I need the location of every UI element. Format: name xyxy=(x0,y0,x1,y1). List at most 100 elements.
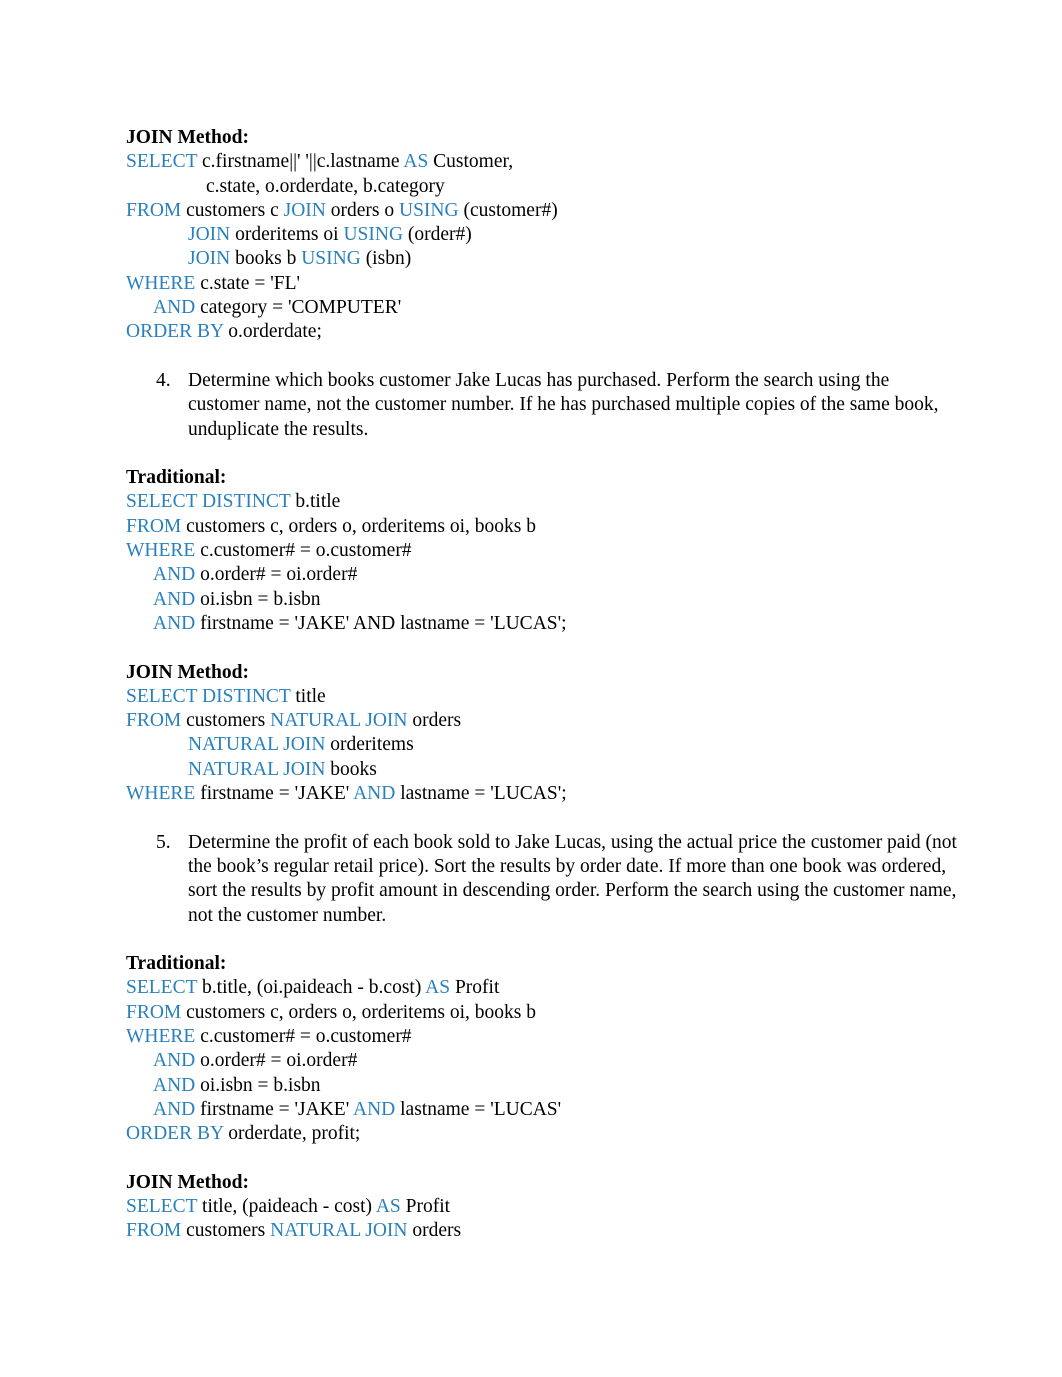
sql-line: WHERE firstname = 'JAKE' AND lastname = … xyxy=(126,782,958,806)
sql-text: orders o xyxy=(325,199,399,221)
sql-line: AND o.order# = oi.order# xyxy=(126,1049,958,1073)
sql-line: JOIN books b USING (isbn) xyxy=(126,247,958,271)
sql-keyword: WHERE xyxy=(126,1025,196,1047)
document-page: JOIN Method: SELECT c.firstname||' '||c.l… xyxy=(0,0,1062,1377)
sql-block-traditional-5: Traditional: SELECT b.title, (oi.paideach… xyxy=(126,952,958,1146)
sql-line: SELECT b.title, (oi.paideach - b.cost) A… xyxy=(126,976,958,1000)
sql-block-heading: Traditional: xyxy=(126,467,227,489)
sql-text: books b xyxy=(230,248,302,270)
sql-keyword: ORDER BY xyxy=(126,1123,224,1145)
sql-keyword: AND xyxy=(153,1098,196,1120)
question-list: 4. Determine which books customer Jake Lu… xyxy=(126,369,958,442)
sql-keyword: AND xyxy=(153,564,196,586)
sql-text: lastname = 'LUCAS'; xyxy=(395,783,567,805)
sql-text: orderdate, profit; xyxy=(223,1123,361,1145)
sql-text: title xyxy=(290,685,326,707)
question-text: Determine which books customer Jake Luca… xyxy=(188,369,939,440)
sql-text: o.order# = oi.order# xyxy=(195,564,358,586)
sql-text: Profit xyxy=(400,1196,451,1218)
sql-text: c.customer# = o.customer# xyxy=(195,1025,412,1047)
sql-text: (customer#) xyxy=(458,199,558,221)
sql-keyword: SELECT DISTINCT xyxy=(126,491,291,513)
sql-text: firstname = 'JAKE' xyxy=(195,783,354,805)
sql-keyword: SELECT xyxy=(126,1196,198,1218)
sql-line: SELECT DISTINCT b.title xyxy=(126,490,958,514)
sql-keyword: AS xyxy=(425,977,451,999)
sql-keyword: AS xyxy=(375,1196,401,1218)
sql-line: NATURAL JOIN books xyxy=(126,758,958,782)
sql-block-join-method-4: JOIN Method: SELECT DISTINCT title FROM cu… xyxy=(126,661,958,807)
sql-line: AND category = 'COMPUTER' xyxy=(126,296,958,320)
sql-text: b.title, (oi.paideach - b.cost) xyxy=(197,977,426,999)
sql-keyword: AND xyxy=(153,297,196,319)
sql-block-traditional-4: Traditional: SELECT DISTINCT b.title FROM … xyxy=(126,466,958,636)
sql-line: FROM customers c, orders o, orderitems o… xyxy=(126,1001,958,1025)
sql-block-heading: JOIN Method: xyxy=(126,661,249,683)
question-number: 4. xyxy=(156,369,171,391)
sql-keyword: NATURAL JOIN xyxy=(270,1220,408,1242)
sql-text: (order#) xyxy=(403,224,472,246)
sql-text: oi.isbn = b.isbn xyxy=(195,588,321,610)
sql-text: firstname = 'JAKE' AND lastname = 'LUCAS… xyxy=(195,612,567,634)
sql-keyword: SELECT xyxy=(126,977,198,999)
sql-line: FROM customers NATURAL JOIN orders xyxy=(126,1219,958,1243)
sql-text: lastname = 'LUCAS' xyxy=(395,1098,562,1120)
sql-line: AND o.order# = oi.order# xyxy=(126,563,958,587)
document-content: JOIN Method: SELECT c.firstname||' '||c.l… xyxy=(126,126,958,1244)
question-item: 4. Determine which books customer Jake Lu… xyxy=(126,369,958,442)
sql-keyword: USING xyxy=(399,199,459,221)
sql-keyword: JOIN xyxy=(283,199,326,221)
sql-line: NATURAL JOIN orderitems xyxy=(126,733,958,757)
sql-text: (isbn) xyxy=(360,248,412,270)
sql-line: WHERE c.customer# = o.customer# xyxy=(126,1025,958,1049)
sql-keyword: USING xyxy=(301,248,361,270)
sql-text: orderitems xyxy=(325,734,414,756)
sql-line: ORDER BY o.orderdate; xyxy=(126,320,958,344)
sql-line: WHERE c.state = 'FL' xyxy=(126,272,958,296)
sql-text: c.customer# = o.customer# xyxy=(195,540,412,562)
sql-line: SELECT DISTINCT title xyxy=(126,685,958,709)
sql-keyword: FROM xyxy=(126,515,182,537)
sql-keyword: SELECT xyxy=(126,151,198,173)
sql-block-heading: JOIN Method: xyxy=(126,127,249,148)
sql-keyword: SELECT DISTINCT xyxy=(126,685,291,707)
sql-text: orders xyxy=(407,710,462,732)
sql-text: orderitems oi xyxy=(230,224,344,246)
sql-text: c.state = 'FL' xyxy=(195,272,300,294)
sql-block-join-method-3: JOIN Method: SELECT c.firstname||' '||c.l… xyxy=(126,126,958,345)
sql-block-heading: JOIN Method: xyxy=(126,1171,249,1193)
sql-keyword: JOIN xyxy=(188,248,231,270)
sql-keyword: AND xyxy=(153,588,196,610)
sql-keyword: FROM xyxy=(126,1001,182,1023)
sql-keyword: AND xyxy=(153,1050,196,1072)
sql-text: customers c, orders o, orderitems oi, bo… xyxy=(181,1001,537,1023)
sql-block-join-method-5: JOIN Method: SELECT title, (paideach - co… xyxy=(126,1171,958,1244)
question-list: 5. Determine the profit of each book sold… xyxy=(126,831,958,928)
sql-text: b.title xyxy=(290,491,341,513)
sql-text: customers c xyxy=(181,199,284,221)
sql-text: o.order# = oi.order# xyxy=(195,1050,358,1072)
sql-text: c.state, o.orderdate, b.category xyxy=(206,175,445,197)
sql-text: c.firstname||' '||c.lastname xyxy=(197,151,404,173)
sql-keyword: WHERE xyxy=(126,540,196,562)
sql-keyword: NATURAL JOIN xyxy=(188,758,326,780)
sql-keyword: AND xyxy=(153,1074,196,1096)
sql-keyword: NATURAL JOIN xyxy=(270,710,408,732)
sql-text: oi.isbn = b.isbn xyxy=(195,1074,321,1096)
sql-keyword: ORDER BY xyxy=(126,321,224,343)
sql-line: FROM customers c JOIN orders o USING (cu… xyxy=(126,199,958,223)
sql-keyword: FROM xyxy=(126,710,182,732)
sql-line: WHERE c.customer# = o.customer# xyxy=(126,539,958,563)
sql-text: category = 'COMPUTER' xyxy=(195,297,402,319)
sql-keyword: WHERE xyxy=(126,783,196,805)
sql-keyword: AND xyxy=(153,612,196,634)
sql-keyword: AS xyxy=(403,151,429,173)
sql-text: firstname = 'JAKE' xyxy=(195,1098,354,1120)
sql-line: FROM customers NATURAL JOIN orders xyxy=(126,709,958,733)
sql-line: AND oi.isbn = b.isbn xyxy=(126,588,958,612)
